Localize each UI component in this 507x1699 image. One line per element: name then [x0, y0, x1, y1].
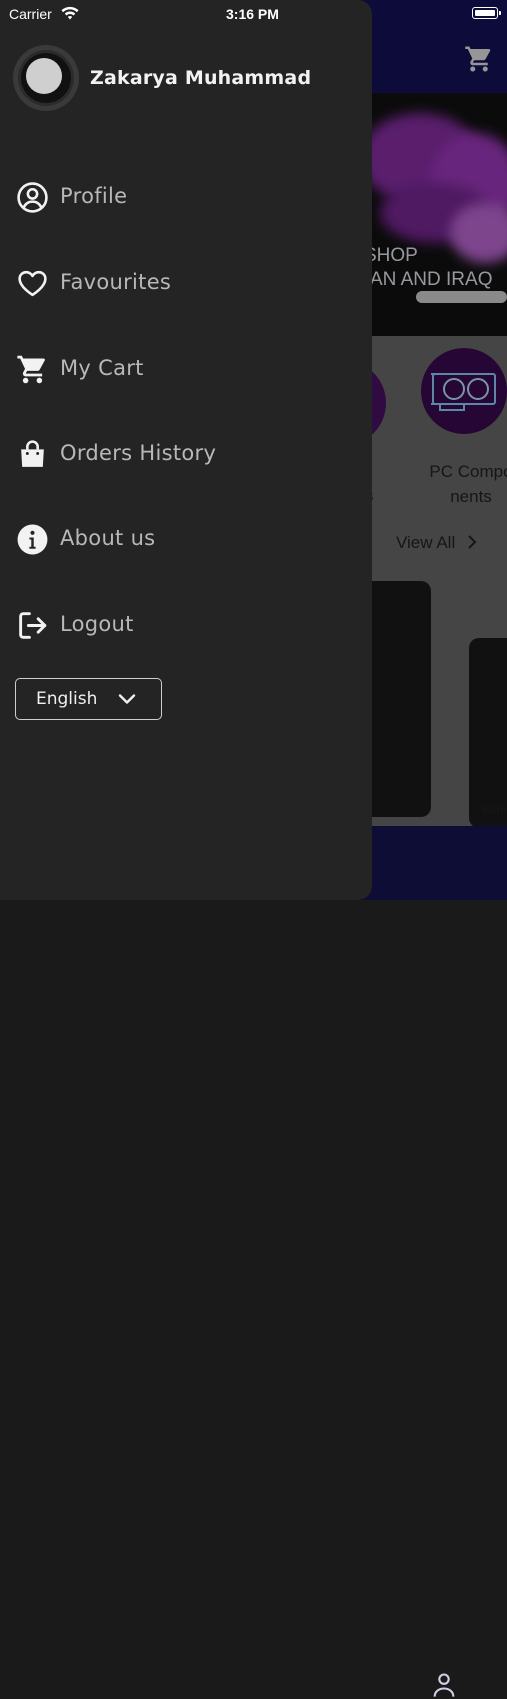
menu-item-about-us[interactable]: About us [0, 511, 372, 567]
status-time: 3:16 PM [226, 6, 279, 22]
carrier-label: Carrier [9, 6, 52, 22]
cart-icon [17, 355, 45, 384]
menu-item-label: Profile [60, 184, 128, 208]
chevron-down-icon [118, 694, 136, 704]
menu-item-label: Logout [60, 612, 134, 636]
navigation-drawer: Zakarya Muhammad Profile Favourites My C… [0, 0, 372, 900]
menu-item-favourites[interactable]: Favourites [0, 255, 372, 311]
language-select[interactable]: English [15, 678, 162, 720]
wifi-icon [61, 6, 79, 20]
status-bar: Carrier 3:16 PM [0, 0, 507, 30]
menu-item-logout[interactable]: Logout [0, 597, 372, 653]
avatar[interactable] [13, 45, 79, 111]
menu-item-label: My Cart [60, 356, 144, 380]
battery-icon [472, 7, 498, 19]
menu-item-profile[interactable]: Profile [0, 169, 372, 225]
user-icon[interactable] [430, 1671, 458, 1699]
user-name: Zakarya Muhammad [90, 67, 312, 89]
heart-icon [18, 270, 47, 297]
battery-tip [499, 11, 501, 15]
profile-circle-icon [17, 182, 48, 213]
logout-icon [19, 612, 47, 639]
language-select-value: English [36, 689, 98, 709]
shopping-bag-icon [21, 440, 44, 467]
menu-item-label: Orders History [60, 441, 217, 465]
menu-item-orders-history[interactable]: Orders History [0, 426, 372, 482]
menu-item-label: Favourites [60, 270, 172, 294]
menu-item-my-cart[interactable]: My Cart [0, 341, 372, 397]
menu-item-label: About us [60, 526, 156, 550]
info-icon [17, 524, 48, 555]
